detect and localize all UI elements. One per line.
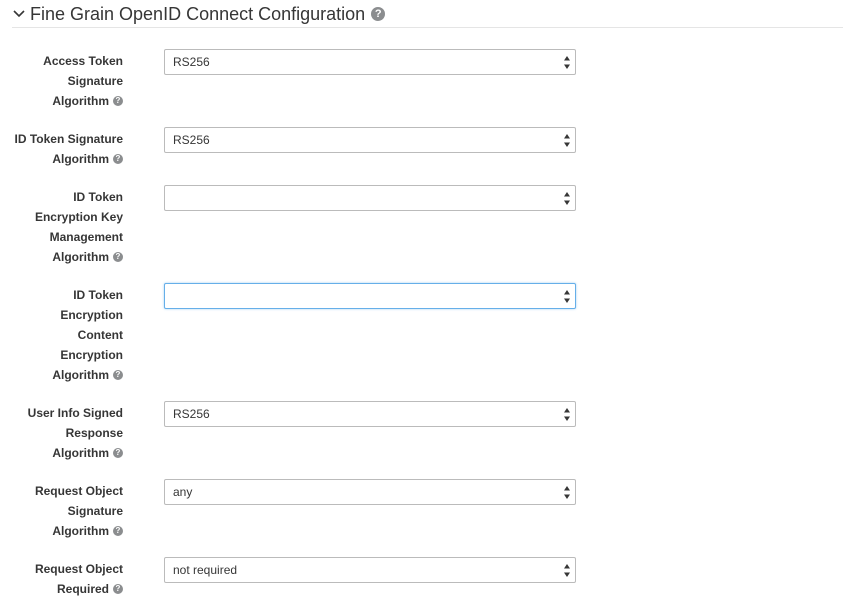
select-arrows-icon [564,564,570,577]
label-line: Request Object [34,562,123,576]
label-line: ID Token [73,288,123,302]
select-value: RS256 [173,133,210,147]
field-label: Access Token Signature Algorithm? [10,51,123,111]
field-label: ID Token Encryption Key Management Algor… [10,187,123,267]
field-label: User Info Signed Response Algorithm? [10,403,123,463]
help-icon[interactable]: ? [113,447,123,458]
select-value: not required [173,563,238,577]
label-line: Encryption [60,348,123,362]
label-line: Encryption Key [34,210,123,224]
label-line: Content [77,328,123,342]
section-header[interactable]: Fine Grain OpenID Connect Configuration … [12,0,843,28]
label-line: Management [49,230,123,244]
page: Fine Grain OpenID Connect Configuration … [0,0,843,615]
label-line: Request Object [34,484,123,498]
help-icon[interactable]: ? [113,525,123,536]
help-icon[interactable]: ? [113,251,123,262]
label-line: Response [65,426,123,440]
field-label: ID Token Signature Algorithm? [10,129,123,169]
label-line: Access Token [43,54,123,68]
label-line: Signature [67,74,123,88]
select-arrows-icon [564,408,570,421]
access-token-signature-algorithm-select[interactable]: RS256 [164,49,576,75]
select-arrows-icon [564,290,570,303]
label-line: Required? [10,579,123,599]
label-line: Algorithm? [10,247,123,267]
section-title: Fine Grain OpenID Connect Configuration [30,3,366,24]
id-token-encryption-key-management-algorithm-select[interactable] [164,185,576,211]
label-line: Algorithm? [10,365,123,385]
field-label: ID Token Encryption Content Encryption A… [10,285,123,385]
help-icon[interactable]: ? [113,583,123,594]
label-line: User Info Signed [27,406,123,420]
label-line: ID Token Signature [14,132,123,146]
label-line: Signature [67,504,123,518]
help-icon[interactable]: ? [113,153,123,164]
label-line: Algorithm? [10,443,123,463]
user-info-signed-response-algorithm-select[interactable]: RS256 [164,401,576,427]
select-arrows-icon [564,486,570,499]
field-label: Request Object Signature Algorithm? [10,481,123,541]
label-line: Algorithm? [10,521,123,541]
label-line: Encryption [60,308,123,322]
select-value: RS256 [173,55,210,69]
id-token-encryption-content-encryption-algorithm-select[interactable] [164,283,576,309]
chevron-down-icon[interactable] [12,7,26,21]
select-value: any [173,485,193,499]
field-label: Request Object Required? [10,559,123,599]
label-line: Algorithm? [10,149,123,169]
help-icon[interactable]: ? [113,369,123,380]
label-line: Algorithm? [10,91,123,111]
select-arrows-icon [564,56,570,69]
select-value: RS256 [173,407,210,421]
select-arrows-icon [564,192,570,205]
label-line: ID Token [73,190,123,204]
request-object-signature-algorithm-select[interactable]: any [164,479,576,505]
help-icon[interactable]: ? [371,7,386,21]
id-token-signature-algorithm-select[interactable]: RS256 [164,127,576,153]
help-icon[interactable]: ? [113,95,123,106]
request-object-required-select[interactable]: not required [164,557,576,583]
select-arrows-icon [564,134,570,147]
